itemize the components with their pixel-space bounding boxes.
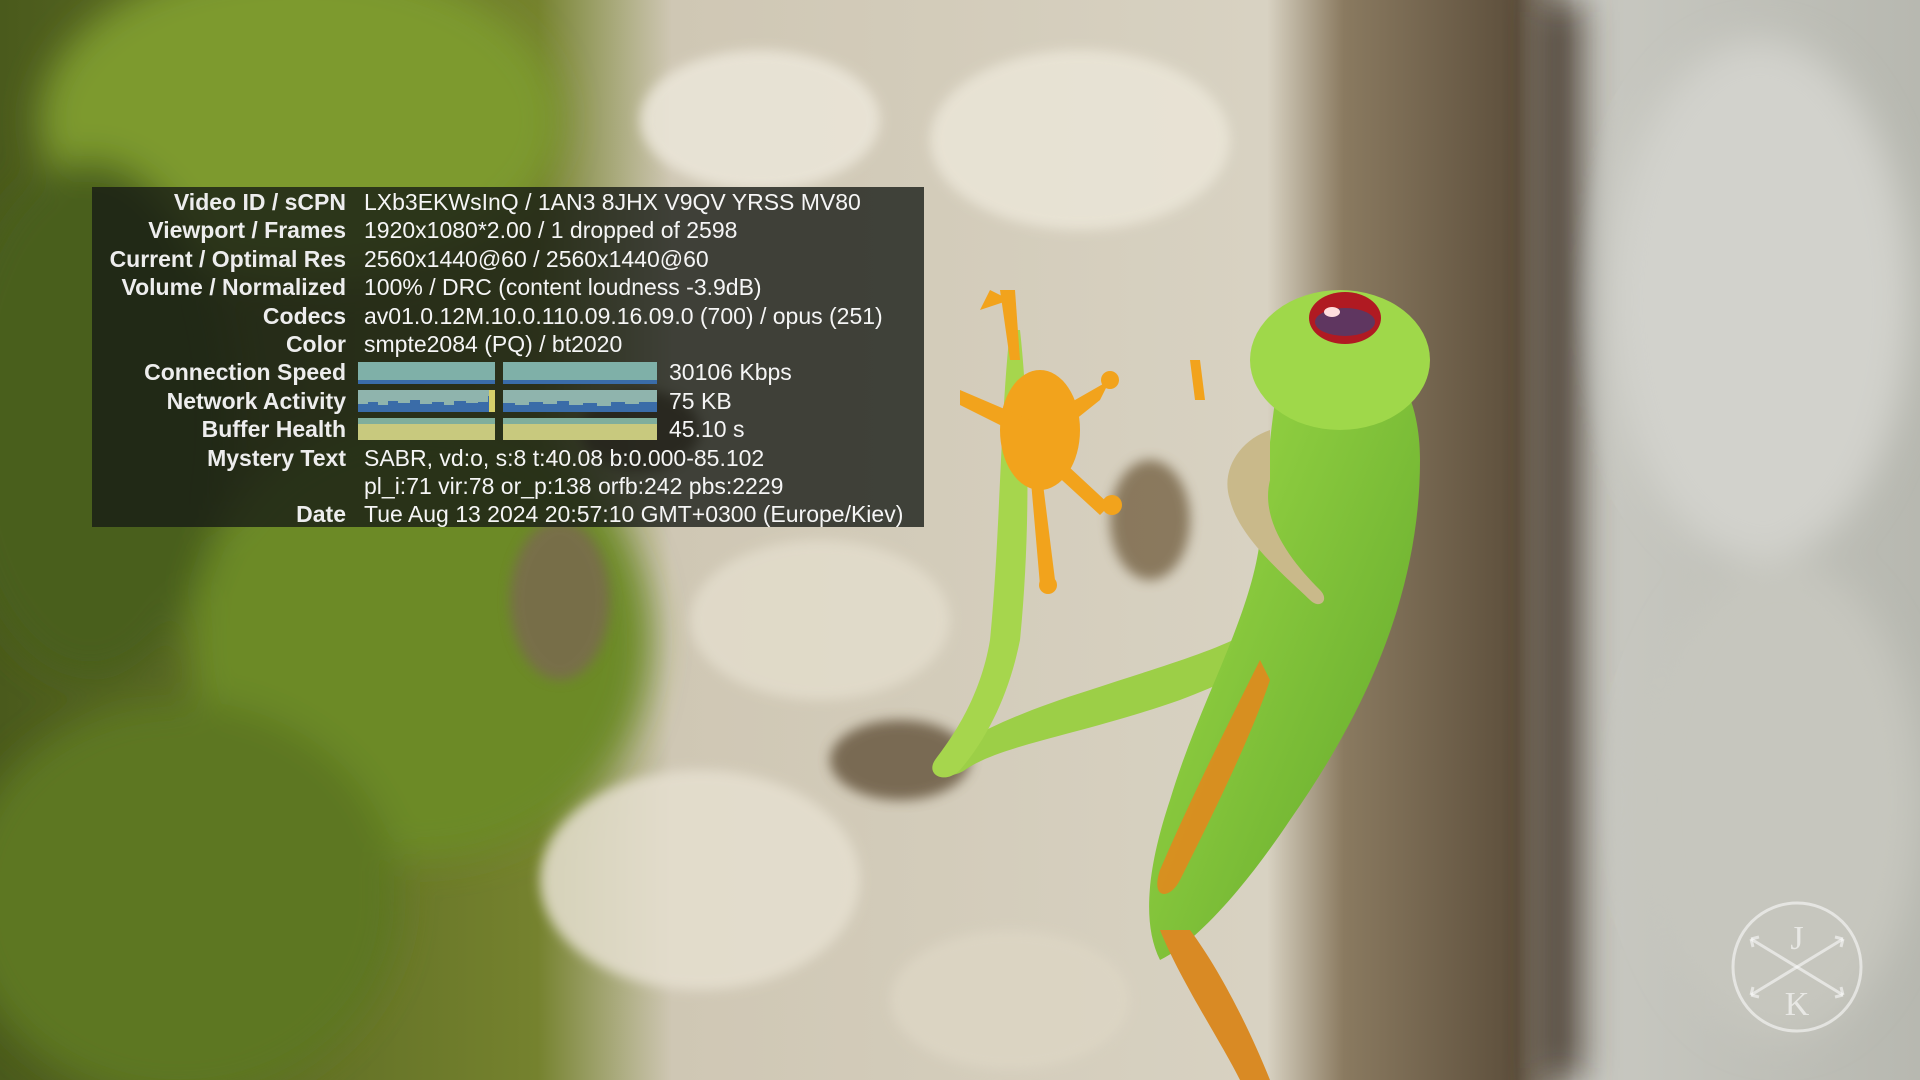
stat-row-date: Date Tue Aug 13 2024 20:57:10 GMT+0300 (… (92, 500, 924, 528)
network-activity-value: 75 KB (669, 387, 732, 414)
stat-label: Volume / Normalized (121, 274, 346, 301)
stat-label: Network Activity (166, 387, 346, 414)
stat-row-color: Color smpte2084 (PQ) / bt2020 (92, 330, 924, 358)
stat-value-graph: 30106 Kbps (346, 358, 792, 386)
video-player[interactable]: Video ID / sCPN LXb3EKWsInQ / 1AN3 8JHX … (0, 0, 1920, 1080)
stat-label: Date (296, 501, 346, 528)
stat-row-resolution: Current / Optimal Res 2560x1440@60 / 256… (92, 245, 924, 273)
stats-for-nerds-panel: Video ID / sCPN LXb3EKWsInQ / 1AN3 8JHX … (92, 187, 924, 527)
stat-value: av01.0.12M.10.0.110.09.16.09.0 (700) / o… (364, 302, 883, 329)
stat-value: SABR, vd:o, s:8 t:40.08 b:0.000-85.102 (364, 444, 765, 471)
stat-row-viewport: Viewport / Frames 1920x1080*2.00 / 1 dro… (92, 216, 924, 244)
stat-value: LXb3EKWsInQ / 1AN3 8JHX V9QV YRSS MV80 (364, 189, 861, 215)
video-frame[interactable] (0, 0, 1920, 1080)
stat-value: 2560x1440@60 / 2560x1440@60 (364, 245, 709, 272)
stat-value: 100% / DRC (content loudness -3.9dB) (364, 274, 762, 301)
stat-label: Video ID / sCPN (173, 189, 346, 215)
buffer-health-graph (503, 418, 657, 441)
connection-speed-value: 30106 Kbps (669, 359, 792, 386)
stat-label: Codecs (262, 302, 346, 329)
stat-value: pl_i:71 vir:78 or_p:138 orfb:242 pbs:222… (364, 472, 784, 499)
network-activity-graph (358, 389, 495, 412)
stat-label: Mystery Text (207, 444, 346, 471)
stat-label: Viewport / Frames (148, 217, 346, 244)
channel-watermark-icon[interactable]: J K (1729, 899, 1865, 1035)
stat-value: smpte2084 (PQ) / bt2020 (364, 330, 623, 357)
stat-value-graph: 45.10 s (346, 415, 744, 443)
stat-row-mystery-text: Mystery Text SABR, vd:o, s:8 t:40.08 b:0… (92, 444, 924, 472)
stat-label: Connection Speed (144, 359, 346, 386)
buffer-health-graph (358, 418, 495, 441)
stat-row-connection-speed: Connection Speed 30106 Kbps (92, 358, 924, 386)
stat-row-mystery-text-cont: pl_i:71 vir:78 or_p:138 orfb:242 pbs:222… (92, 472, 924, 500)
stat-value: Tue Aug 13 2024 20:57:10 GMT+0300 (Europ… (364, 501, 904, 528)
stat-row-volume: Volume / Normalized 100% / DRC (content … (92, 273, 924, 301)
buffer-health-value: 45.10 s (669, 416, 745, 443)
connection-speed-graph (503, 361, 657, 384)
stat-value-graph: 75 KB (346, 387, 732, 415)
network-activity-graph (503, 389, 657, 412)
stat-row-buffer-health: Buffer Health 45.10 s (92, 415, 924, 443)
stat-row-codecs: Codecs av01.0.12M.10.0.110.09.16.09.0 (7… (92, 302, 924, 330)
stat-label: Current / Optimal Res (109, 245, 346, 272)
watermark-letter: K (1785, 986, 1810, 1023)
stat-row-video-id: Video ID / sCPN LXb3EKWsInQ / 1AN3 8JHX … (92, 188, 924, 216)
connection-speed-graph (358, 361, 495, 384)
stat-value: 1920x1080*2.00 / 1 dropped of 2598 (364, 217, 738, 244)
stat-row-network-activity: Network Activity 75 KB (92, 387, 924, 415)
stat-label: Color (285, 330, 346, 357)
watermark-letter: J (1790, 920, 1803, 957)
stat-label: Buffer Health (201, 416, 346, 443)
